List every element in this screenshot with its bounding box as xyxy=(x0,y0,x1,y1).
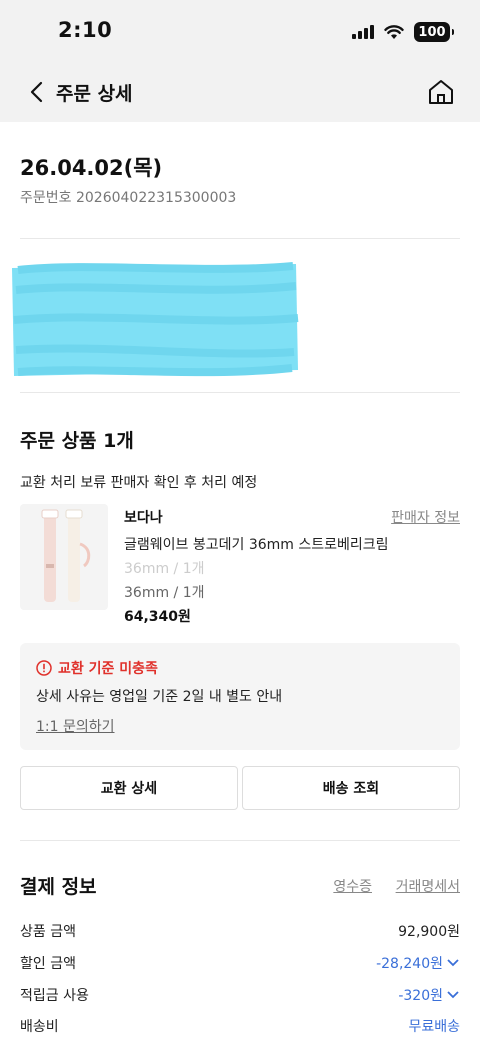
battery-level: 100 xyxy=(418,24,446,40)
exchange-notice: 교환 기준 미충족 상세 사유는 영업일 기준 2일 내 별도 안내 1:1 문… xyxy=(20,643,460,750)
seller-info-link[interactable]: 판매자 정보 xyxy=(391,507,460,527)
product-amount-label: 상품 금액 xyxy=(20,924,76,940)
notice-title-text: 교환 기준 미충족 xyxy=(58,661,158,677)
product-amount-value: 92,900원 xyxy=(398,921,460,941)
order-number-value: 202604022315300003 xyxy=(75,190,237,206)
status-time: 2:10 xyxy=(58,18,113,42)
original-option: 36mm / 1개 xyxy=(124,561,205,577)
points-toggle[interactable]: -320원 xyxy=(398,985,460,1005)
points-label: 적립금 사용 xyxy=(20,988,89,1004)
divider xyxy=(20,392,460,393)
nav-bar: 주문 상세 xyxy=(0,64,480,122)
statement-link[interactable]: 거래명세서 xyxy=(396,876,460,896)
home-button[interactable] xyxy=(424,75,458,109)
status-bar: 2:10 100 xyxy=(0,0,480,64)
notice-body: 상세 사유는 영업일 기준 2일 내 별도 안내 xyxy=(36,689,283,705)
product-image[interactable] xyxy=(20,504,108,610)
product-option: 36mm / 1개 xyxy=(124,585,205,601)
product-name[interactable]: 글램웨이브 봉고데기 36mm 스트로베리크림 xyxy=(124,534,389,554)
chevron-down-icon xyxy=(447,959,459,967)
battery-icon: 100 xyxy=(414,22,454,42)
seller-name[interactable]: 보다나 xyxy=(124,507,163,527)
chevron-down-icon xyxy=(447,991,459,999)
product-amount-text: 92,900원 xyxy=(398,924,460,940)
cellular-signal-icon xyxy=(352,25,374,39)
shipping-value-text: 무료배송 xyxy=(408,1019,460,1035)
divider xyxy=(20,238,460,239)
order-date: 26.04.02(목) xyxy=(20,156,163,180)
order-number: 주문번호 202604022315300003 xyxy=(20,187,236,207)
redacted-area xyxy=(12,262,299,377)
points-value: -320원 xyxy=(398,988,443,1004)
exchange-status: 교환 처리 보류 판매자 확인 후 처리 예정 xyxy=(20,475,258,491)
order-number-label: 주문번호 xyxy=(20,190,72,206)
curling-iron-image xyxy=(41,509,91,602)
divider xyxy=(20,840,460,841)
items-section-title: 주문 상품 1개 xyxy=(20,430,134,452)
delivery-track-button[interactable]: 배송 조회 xyxy=(242,766,460,810)
home-icon xyxy=(429,80,453,104)
page-title: 주문 상세 xyxy=(56,83,133,105)
status-icons: 100 xyxy=(352,22,454,42)
inquiry-link[interactable]: 1:1 문의하기 xyxy=(36,716,115,736)
shipping-label: 배송비 xyxy=(20,1019,59,1035)
product-price: 64,340원 xyxy=(124,609,191,625)
alert-circle-icon xyxy=(36,660,52,676)
discount-value: -28,240원 xyxy=(376,956,443,972)
shipping-value: 무료배송 xyxy=(408,1016,460,1036)
chevron-left-icon xyxy=(30,81,43,103)
receipt-link[interactable]: 영수증 xyxy=(333,876,372,896)
back-button[interactable] xyxy=(20,76,52,108)
wifi-icon xyxy=(384,24,404,39)
notice-title: 교환 기준 미충족 xyxy=(36,658,158,678)
discount-toggle[interactable]: -28,240원 xyxy=(376,953,460,973)
payment-section-title: 결제 정보 xyxy=(20,876,97,898)
exchange-detail-button[interactable]: 교환 상세 xyxy=(20,766,238,810)
discount-label: 할인 금액 xyxy=(20,956,76,972)
